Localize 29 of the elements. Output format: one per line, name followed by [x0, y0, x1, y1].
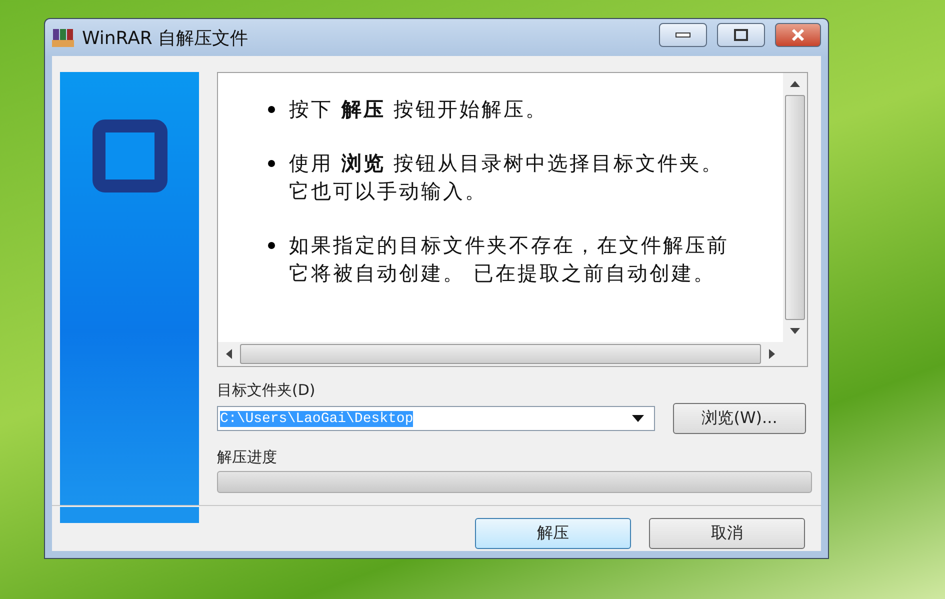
instruction-text: 如果指定的目标文件夹不存在，在文件解压前它将被自动创建。 已在提取之前自动创建。 [289, 232, 730, 287]
dialog-button[interactable]: 取消 [649, 518, 805, 549]
bullet-icon [268, 160, 275, 167]
instruction-text: 按下 解压 按钮开始解压。 [289, 96, 549, 123]
vertical-scrollbar[interactable] [783, 73, 807, 342]
destination-label: 目标文件夹(D) [217, 381, 316, 400]
browse-button[interactable]: 浏览(W)... [673, 403, 806, 434]
square-logo-icon [92, 119, 168, 193]
window-title: WinRAR 自解压文件 [82, 26, 250, 50]
scroll-thumb[interactable] [785, 95, 805, 320]
close-icon [790, 28, 806, 42]
horizontal-scrollbar[interactable] [218, 342, 783, 366]
progress-label: 解压进度 [217, 448, 278, 467]
right-arrow-icon [769, 349, 775, 359]
scroll-thumb[interactable] [240, 344, 761, 364]
minimize-icon [675, 32, 691, 38]
bullet-icon [268, 242, 275, 249]
minimize-button[interactable] [659, 23, 707, 47]
archive-books-icon [52, 28, 74, 48]
down-arrow-icon [790, 328, 800, 334]
dialog-button[interactable]: 解压 [475, 518, 631, 549]
up-arrow-icon [790, 81, 800, 87]
bullet-icon [268, 106, 275, 113]
maximize-icon [733, 28, 749, 42]
left-arrow-icon [226, 349, 232, 359]
maximize-button[interactable] [717, 23, 765, 47]
instruction-text: 使用 浏览 按钮从目录树中选择目标文件夹。它也可以手动输入。 [289, 150, 725, 205]
close-button[interactable] [775, 23, 821, 47]
dropdown-caret-icon [632, 415, 644, 422]
